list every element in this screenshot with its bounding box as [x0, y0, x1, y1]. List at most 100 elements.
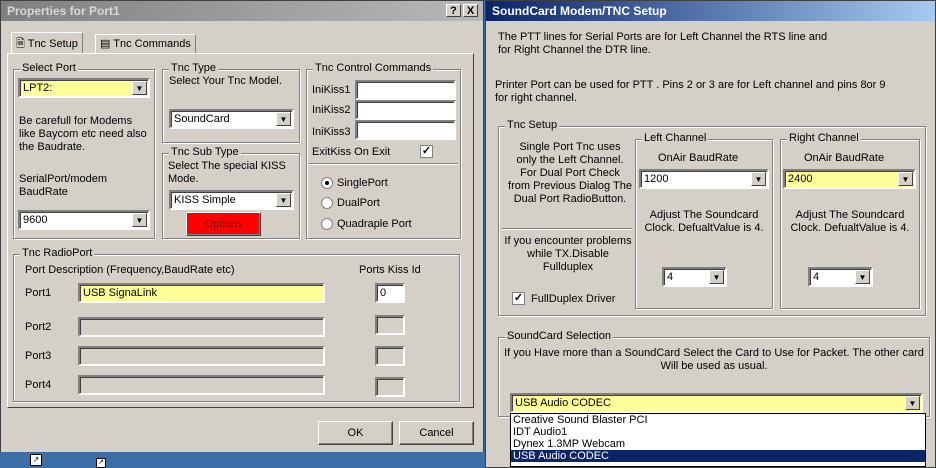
inikiss3-label: IniKiss3	[312, 126, 351, 138]
left-adjust-note: Adjust The Soundcard Clock. DefualtValue…	[644, 209, 764, 234]
inikiss1-label: IniKiss1	[312, 84, 351, 96]
port1-label: Port1	[25, 287, 52, 299]
port3-desc-input[interactable]	[78, 346, 325, 366]
port4-kiss-input[interactable]	[375, 377, 405, 397]
ptt-serial-note: The PTT lines for Serial Ports are for L…	[498, 31, 828, 56]
radioport-title: Tnc RadioPort	[20, 247, 95, 259]
singleport-label[interactable]: SinglePort	[337, 177, 388, 189]
quadport-radio[interactable]	[321, 218, 333, 230]
kiss-mode-select[interactable]: KISS Simple ▼	[169, 190, 294, 210]
properties-title: Properties for Port1	[7, 4, 120, 18]
cancel-button[interactable]: Cancel	[399, 421, 474, 445]
tnc-setup-tab-icon: 🗎	[16, 38, 25, 50]
singleport-radio[interactable]	[321, 177, 333, 189]
chevron-down-icon[interactable]: ▼	[709, 270, 724, 284]
baud-select-value: 9600	[23, 214, 48, 226]
exitkiss-checkbox[interactable]: ✓	[420, 145, 433, 158]
inikiss2-input[interactable]	[355, 100, 456, 120]
port2-desc-input[interactable]	[78, 317, 325, 337]
tnc-sub-type-title: Tnc Sub Type	[169, 146, 241, 158]
soundcard-option[interactable]: Dynex 1.3MP Webcam	[511, 438, 925, 450]
port1-kiss-input[interactable]: 0	[375, 283, 405, 303]
chevron-down-icon[interactable]: ▼	[855, 270, 870, 284]
select-port-title: Select Port	[20, 62, 78, 74]
soundcard-select[interactable]: USB Audio CODEC ▼	[510, 393, 923, 413]
right-clock-value: 4	[813, 271, 820, 283]
tab-tnc-commands-label: Tnc Commands	[113, 38, 191, 50]
chevron-down-icon[interactable]: ▼	[898, 172, 913, 186]
port-select-value: LPT2:	[23, 82, 53, 94]
tnc-control-title: Tnc Control Commands	[313, 62, 434, 74]
kiss-mode-value: KISS Simple	[174, 194, 236, 206]
right-baud-select[interactable]: 2400 ▼	[783, 169, 916, 189]
soundcard-note: If you Have more than a SoundCard Select…	[504, 347, 924, 372]
chevron-down-icon[interactable]: ▼	[276, 112, 291, 126]
tnc-type-title: Tnc Type	[169, 62, 219, 74]
soundcard-option[interactable]: IDT Audio1	[511, 426, 925, 438]
soundcard-window: SoundCard Modem/TNC Setup The PTT lines …	[485, 0, 936, 468]
right-clock-select[interactable]: 4 ▼	[808, 267, 873, 287]
port1-desc-input[interactable]: USB SignaLink	[78, 283, 325, 303]
inikiss2-label: IniKiss2	[312, 104, 351, 116]
fullduplex-label[interactable]: FullDuplex Driver	[531, 293, 615, 305]
soundcard-option-selected[interactable]: USB Audio CODEC	[511, 450, 925, 462]
dualport-label[interactable]: DualPort	[337, 197, 380, 209]
port4-label: Port4	[25, 379, 52, 391]
soundcard-option[interactable]: Creative Sound Blaster PCI	[511, 414, 925, 426]
help-button[interactable]: ?	[446, 4, 461, 17]
tab-tnc-setup-label: Tnc Setup	[27, 38, 78, 50]
soundcard-titlebar[interactable]: SoundCard Modem/TNC Setup	[486, 1, 935, 21]
soundcard-dropdown-list: Creative Sound Blaster PCI IDT Audio1 Dy…	[510, 413, 926, 467]
chevron-down-icon[interactable]: ▼	[132, 81, 147, 95]
soundcard-selection-title: SoundCard Selection	[505, 330, 613, 342]
chevron-down-icon[interactable]: ▼	[276, 193, 291, 207]
left-baud-value: 1200	[644, 173, 669, 185]
dualport-radio[interactable]	[321, 197, 333, 209]
problem-note: If you encounter problems while TX.Disab…	[504, 235, 632, 273]
inikiss1-input[interactable]	[355, 80, 456, 100]
left-channel-title: Left Channel	[642, 132, 709, 144]
port4-desc-input[interactable]	[78, 375, 325, 395]
fullduplex-checkbox[interactable]: ✓	[512, 292, 525, 305]
exitkiss-label: ExitKiss On Exit	[312, 146, 391, 158]
left-clock-select[interactable]: 4 ▼	[662, 267, 727, 287]
ptt-printer-note: Printer Port can be used for PTT . Pins …	[495, 79, 886, 104]
baud-select[interactable]: 9600 ▼	[18, 210, 150, 230]
left-baud-select[interactable]: 1200 ▼	[639, 169, 769, 189]
right-baud-label: OnAir BaudRate	[804, 152, 885, 164]
tnc-type-select[interactable]: SoundCard ▼	[169, 109, 294, 129]
shortcut-icon[interactable]: ↗	[96, 458, 106, 468]
tab-tnc-setup[interactable]: 🗎 Tnc Setup	[11, 32, 83, 54]
taskbar-strip	[0, 452, 484, 468]
control-divider	[309, 163, 458, 165]
tnc-commands-tab-icon: ▤	[100, 38, 111, 50]
options-button[interactable]: Options	[186, 212, 261, 236]
chevron-down-icon[interactable]: ▼	[905, 396, 920, 410]
properties-titlebar[interactable]: Properties for Port1	[1, 1, 483, 21]
chevron-down-icon[interactable]: ▼	[132, 213, 147, 227]
shortcut-icon[interactable]: ↗	[30, 454, 42, 466]
port-desc-header: Port Description (Frequency,BaudRate etc…	[25, 264, 235, 276]
port3-label: Port3	[25, 350, 52, 362]
kiss-id-header: Ports Kiss Id	[359, 264, 421, 276]
port-select[interactable]: LPT2: ▼	[18, 78, 150, 98]
single-port-note: Single Port Tnc uses only the Left Chann…	[508, 141, 632, 205]
tab-tnc-commands[interactable]: ▤ Tnc Commands	[95, 34, 196, 53]
ok-button[interactable]: OK	[318, 421, 393, 445]
port2-kiss-input[interactable]	[375, 315, 405, 335]
tnc-type-prompt: Select Your Tnc Model.	[169, 75, 282, 87]
tnc-setup-title: Tnc Setup	[505, 119, 560, 131]
right-baud-value: 2400	[788, 173, 813, 185]
left-baud-label: OnAir BaudRate	[658, 152, 739, 164]
quadport-label[interactable]: Quadraple Port	[337, 218, 412, 230]
properties-window: Properties for Port1 ? X 🗎 Tnc Setup ▤ T…	[0, 0, 484, 468]
tnc-sub-type-prompt: Select The special KISS Mode.	[168, 160, 286, 185]
inikiss3-input[interactable]	[355, 120, 456, 140]
port3-kiss-input[interactable]	[375, 346, 405, 366]
close-button[interactable]: X	[463, 4, 478, 17]
right-channel-title: Right Channel	[787, 132, 861, 144]
right-adjust-note: Adjust The Soundcard Clock. DefualtValue…	[790, 209, 910, 234]
baud-label: SerialPort/modem BaudRate	[19, 173, 108, 198]
chevron-down-icon[interactable]: ▼	[751, 172, 766, 186]
soundcard-title: SoundCard Modem/TNC Setup	[492, 4, 667, 18]
